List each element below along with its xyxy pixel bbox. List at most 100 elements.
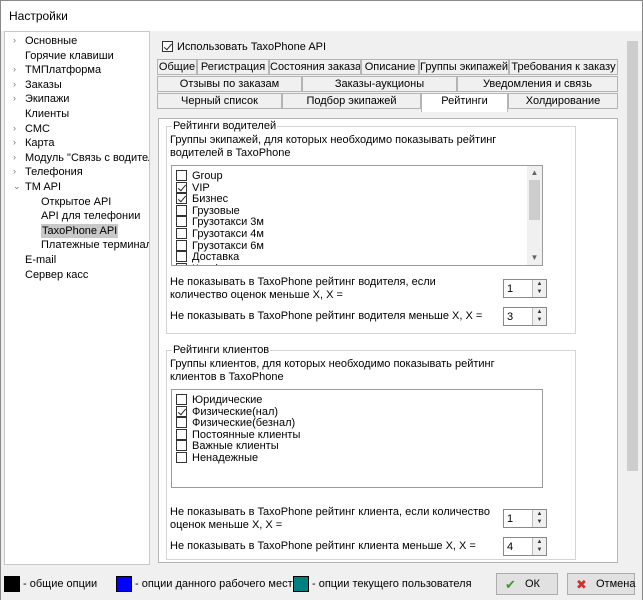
settings-tree[interactable]: › Основные Горячие клавиши › ТМПлатформа › Зак… — [4, 31, 150, 565]
spin-down-icon[interactable]: ▼ — [533, 546, 546, 554]
settings-window: Настройки › Основные Горячие клавиши › ТМПла… — [0, 0, 643, 600]
title-bar: Настройки — [1, 1, 642, 31]
tab[interactable]: Состояния заказа — [269, 59, 361, 75]
spinner-value[interactable]: 3 — [507, 311, 513, 323]
list-item-checkbox[interactable] — [176, 417, 187, 429]
spin-down-icon[interactable]: ▼ — [533, 316, 546, 324]
expand-icon[interactable]: › — [13, 65, 22, 74]
list-item-checkbox[interactable] — [176, 262, 187, 265]
list-item-checkbox[interactable] — [176, 216, 187, 228]
scroll-down-icon[interactable]: ▼ — [527, 251, 542, 265]
ok-button[interactable]: ✔ ОК — [496, 573, 558, 595]
list-item-label: VIP — [192, 181, 210, 194]
tab[interactable]: Рейтинги — [421, 93, 508, 112]
list-item-checkbox[interactable] — [176, 170, 187, 181]
clients-min-rating-spinner[interactable]: 4 ▲ ▼ — [503, 537, 547, 556]
list-item-label: Комфорт — [192, 263, 238, 265]
driver-groups-list[interactable]: ▲ ▼ Group VIP Бизнес Грузовые Грузотакси 3м Г… — [171, 165, 543, 266]
legend-swatch — [4, 576, 20, 592]
tab[interactable]: Требования к заказу — [509, 59, 618, 75]
tab[interactable]: Черный список — [157, 93, 282, 109]
tree-item-label: Платежные терминалы — [41, 239, 150, 252]
tree-item-label: Экипажи — [25, 93, 70, 106]
list-item-checkbox[interactable] — [176, 251, 187, 263]
expand-icon[interactable]: › — [13, 36, 22, 45]
spin-up-icon[interactable]: ▲ — [533, 538, 546, 546]
spinner-value[interactable]: 1 — [507, 283, 513, 295]
spin-up-icon[interactable]: ▲ — [533, 510, 546, 518]
list-item-label: Грузотакси 4м — [192, 228, 264, 240]
spinner-value[interactable]: 4 — [507, 541, 513, 553]
legend-label: - общие опции — [23, 578, 98, 590]
list-item-checkbox[interactable] — [176, 452, 187, 463]
list-item-checkbox[interactable] — [176, 405, 187, 417]
spinner-value[interactable]: 1 — [507, 513, 513, 525]
spin-up-icon[interactable]: ▲ — [533, 308, 546, 316]
tab[interactable]: Уведомления и связь — [457, 76, 618, 92]
list-item-label: Group — [192, 170, 223, 182]
driver-groups-scrollbar[interactable]: ▲ ▼ — [527, 166, 542, 265]
tab[interactable]: Холдирование — [508, 93, 618, 109]
expand-icon[interactable]: › — [13, 152, 22, 162]
tree-item-label: Основные — [25, 35, 78, 47]
list-item-checkbox[interactable] — [176, 239, 187, 251]
tree-item-label: Заказы — [25, 78, 62, 91]
clients-min-count-label: Не показывать в TaxoPhone рейтинг клиент… — [170, 506, 490, 531]
spin-down-icon[interactable]: ▼ — [533, 518, 546, 526]
scroll-up-icon[interactable]: ▲ — [527, 166, 542, 180]
legend-label: - опции данного рабочего места — [135, 578, 299, 590]
spin-down-icon[interactable]: ▼ — [533, 288, 546, 296]
cross-icon: ✖ — [576, 577, 587, 592]
tree-item-label: Горячие клавиши — [25, 49, 114, 62]
list-item-checkbox[interactable] — [176, 181, 187, 193]
list-item-checkbox[interactable] — [176, 394, 187, 405]
content-scrollbar[interactable] — [625, 31, 640, 565]
tree-item-label: API для телефонии — [41, 210, 141, 223]
tab[interactable]: Группы экипажей — [419, 59, 509, 75]
clients-rating-group: Рейтинги клиентов Группы клиентов, для к… — [166, 344, 576, 560]
drivers-min-rating-label: Не показывать в TaxoPhone рейтинг водите… — [170, 310, 483, 322]
list-item-label: Грузотакси 6м — [192, 239, 264, 252]
legend-label: - опции текущего пользователя — [312, 578, 472, 590]
drivers-rating-group: Рейтинги водителей Группы экипажей, для … — [166, 120, 576, 334]
drivers-min-rating-spinner[interactable]: 3 ▲ ▼ — [503, 307, 547, 326]
legend-swatch — [116, 576, 132, 592]
tab[interactable]: Общие — [157, 59, 197, 75]
tab[interactable]: Отзывы по заказам — [157, 76, 302, 92]
content-scroll-thumb[interactable] — [627, 41, 638, 471]
list-item-checkbox[interactable] — [176, 204, 187, 216]
expand-icon[interactable]: › — [13, 167, 22, 176]
scroll-thumb[interactable] — [529, 180, 540, 220]
list-item-label: Доставка — [192, 251, 240, 264]
settings-content: Использовать TaxoPhone API Общие Регистра… — [151, 31, 642, 565]
tree-item-label: E-mail — [25, 254, 57, 266]
cancel-button[interactable]: ✖ Отмена — [567, 573, 635, 595]
list-item-checkbox[interactable] — [176, 440, 187, 452]
tab[interactable]: Заказы-аукционы — [302, 76, 457, 92]
expand-icon[interactable]: › — [13, 123, 22, 133]
clients-min-count-spinner[interactable]: 1 ▲ ▼ — [503, 509, 547, 528]
list-item-checkbox[interactable] — [176, 428, 187, 440]
tab[interactable]: Описание — [361, 59, 419, 75]
tree-item-label: Сервер касс — [25, 268, 89, 281]
list-item-checkbox[interactable] — [176, 193, 187, 205]
expand-icon[interactable]: › — [13, 138, 22, 147]
drivers-min-count-label: Не показывать в TaxoPhone рейтинг водите… — [170, 276, 436, 301]
tree-item-label: Открытое API — [41, 195, 112, 208]
list-item-label: Юридические — [192, 394, 263, 406]
expand-icon[interactable]: › — [13, 79, 22, 89]
client-groups-list[interactable]: Юридические Физические(нал) Физические(без… — [171, 389, 543, 488]
tree-item-label: ТМПлатформа — [25, 64, 102, 77]
list-item-checkbox[interactable] — [176, 228, 187, 239]
collapse-icon[interactable]: ⌄ — [13, 182, 22, 191]
tree-item-label: Модуль "Связь с водителе — [25, 151, 150, 164]
tree-item-label: TaxoPhone API — [41, 223, 119, 238]
expand-icon[interactable]: › — [13, 94, 22, 103]
spin-up-icon[interactable]: ▲ — [533, 280, 546, 288]
tab[interactable]: Подбор экипажей — [282, 93, 421, 109]
check-icon: ✔ — [505, 577, 516, 592]
use-taxophone-checkbox[interactable] — [162, 41, 173, 52]
tree-item-label: Клиенты — [25, 108, 70, 120]
drivers-min-count-spinner[interactable]: 1 ▲ ▼ — [503, 279, 547, 298]
tab[interactable]: Регистрация — [197, 59, 269, 75]
